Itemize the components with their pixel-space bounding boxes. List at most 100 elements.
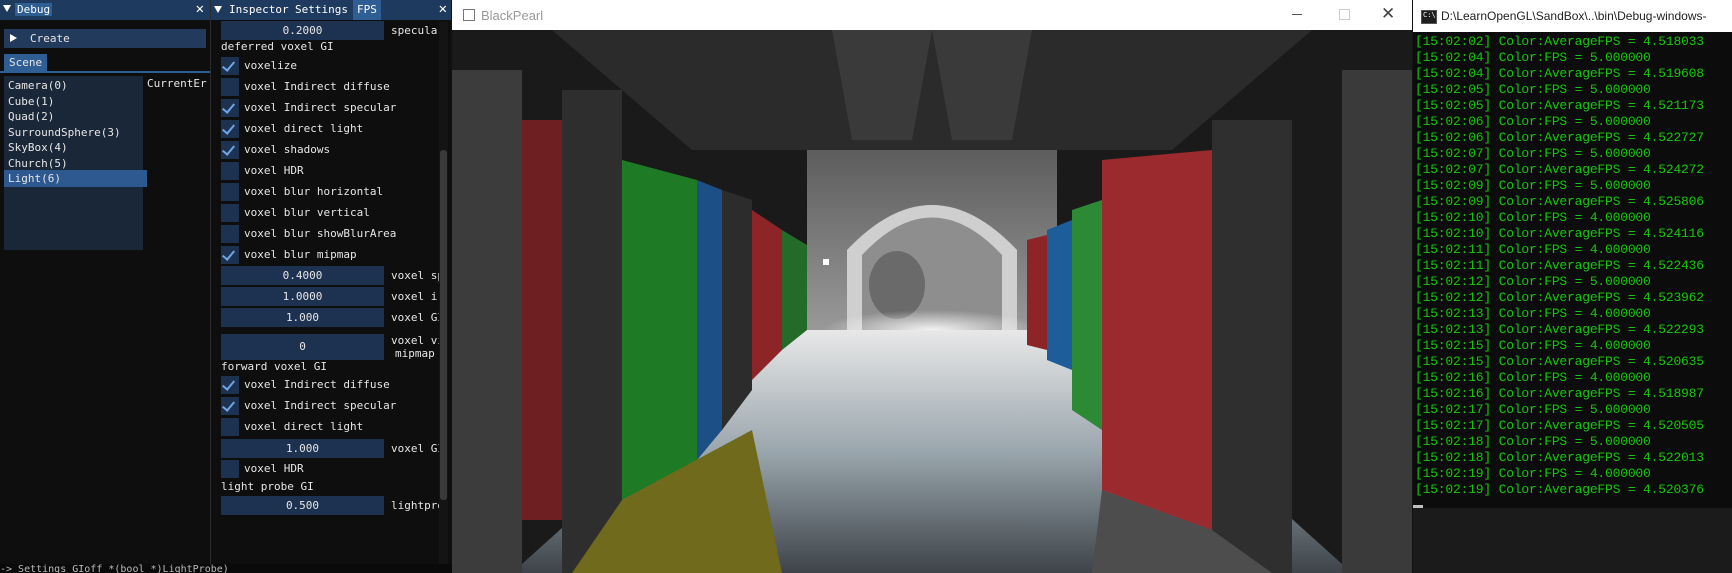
checkbox-label: voxel direct light <box>244 420 364 433</box>
checkbox[interactable] <box>221 78 239 96</box>
checkbox[interactable] <box>221 460 239 478</box>
forward-voxel-gi-header: forward voxel GI <box>221 360 327 373</box>
console-line: [15:02:10] Color:AverageFPS = 4.524116 <box>1415 226 1704 241</box>
checkbox-label: voxel blur showBlurArea <box>244 227 397 240</box>
console-line: [15:02:12] Color:FPS = 5.000000 <box>1415 274 1651 289</box>
console-line: [15:02:04] Color:AverageFPS = 4.519608 <box>1415 66 1704 81</box>
inspector-tab-bar: Inspector Settings FPS ✕ <box>211 0 451 20</box>
console-line: [15:02:19] Color:AverageFPS = 4.520376 <box>1415 482 1704 497</box>
forward-gi-field[interactable]: 1.000 <box>221 439 384 458</box>
window-icon <box>463 9 475 21</box>
scene-list[interactable]: Camera(0) Cube(1) Quad(2) SurroundSphere(3)… <box>4 76 147 250</box>
collapse-arrow-icon[interactable] <box>3 5 11 12</box>
console-line: [15:02:16] Color:AverageFPS = 4.518987 <box>1415 386 1704 401</box>
console-title-bar[interactable]: D:\LearnOpenGL\SandBox\..\bin\Debug-wind… <box>1413 0 1732 32</box>
checkbox[interactable] <box>221 225 239 243</box>
console-line: [15:02:18] Color:AverageFPS = 4.522013 <box>1415 450 1704 465</box>
checkbox-label: voxel shadows <box>244 143 331 156</box>
console-line: [15:02:05] Color:AverageFPS = 4.521173 <box>1415 98 1704 113</box>
minimize-icon[interactable] <box>1292 14 1302 15</box>
lightprobe-field[interactable]: 0.500 <box>221 496 384 515</box>
checkbox[interactable] <box>221 120 239 138</box>
console-line: [15:02:13] Color:FPS = 4.000000 <box>1415 306 1651 321</box>
voxel-field[interactable]: 0.4000 <box>221 266 384 285</box>
console-line: [15:02:18] Color:FPS = 5.000000 <box>1415 434 1651 449</box>
scene-list-item[interactable]: SurroundSphere(3) <box>7 124 141 141</box>
scene-list-item[interactable]: Cube(1) <box>7 93 141 110</box>
voxel-field-label-2: mipmap <box>395 347 435 360</box>
console-line: [15:02:02] Color:AverageFPS = 4.518033 <box>1415 34 1704 49</box>
deferred-voxel-gi-header: deferred voxel GI <box>221 40 334 53</box>
console-empty-area <box>1413 508 1732 573</box>
inspector-scrollbar-thumb[interactable] <box>440 150 447 500</box>
render-viewport[interactable] <box>452 30 1412 573</box>
voxel-field[interactable]: 1.000 <box>221 308 384 327</box>
blackpearl-title: BlackPearl <box>481 8 544 23</box>
checkbox[interactable] <box>221 162 239 180</box>
console-output[interactable]: [15:02:02] Color:AverageFPS = 4.518033 [1… <box>1415 34 1725 504</box>
checkbox-label: voxel Indirect diffuse <box>244 378 390 391</box>
checkbox-label: voxel blur vertical <box>244 206 370 219</box>
checkbox[interactable] <box>221 246 239 264</box>
scene-list-item[interactable]: Camera(0) <box>7 77 141 94</box>
maximize-icon[interactable] <box>1339 9 1350 20</box>
checkbox[interactable] <box>221 376 239 394</box>
checkbox[interactable] <box>221 183 239 201</box>
checkbox[interactable] <box>221 418 239 436</box>
console-line: [15:02:13] Color:AverageFPS = 4.522293 <box>1415 322 1704 337</box>
console-line: [15:02:11] Color:AverageFPS = 4.522436 <box>1415 258 1704 273</box>
scene-list-item[interactable]: Quad(2) <box>7 108 141 125</box>
console-line: [15:02:15] Color:AverageFPS = 4.520635 <box>1415 354 1704 369</box>
tab-scene[interactable]: Scene <box>4 54 48 71</box>
checkbox-label: voxel direct light <box>244 122 364 135</box>
checkbox-label: voxel Indirect diffuse <box>244 80 390 93</box>
close-icon[interactable]: ✕ <box>196 1 204 17</box>
console-line: [15:02:07] Color:FPS = 5.000000 <box>1415 146 1651 161</box>
forward-gi-label: voxel GI <box>391 442 444 455</box>
light-probe-gi-header: light probe GI <box>221 480 314 493</box>
checkbox[interactable] <box>221 141 239 159</box>
console-line: [15:02:07] Color:AverageFPS = 4.524272 <box>1415 162 1704 177</box>
console-line: [15:02:11] Color:FPS = 4.000000 <box>1415 242 1651 257</box>
blackpearl-title-bar[interactable]: BlackPearl ✕ <box>452 0 1412 30</box>
voxel-field-label: voxel GI <box>391 311 444 324</box>
scene-list-item[interactable]: SkyBox(4) <box>7 139 141 156</box>
console-line: [15:02:12] Color:AverageFPS = 4.523962 <box>1415 290 1704 305</box>
create-header[interactable]: Create <box>4 29 206 48</box>
checkbox[interactable] <box>221 57 239 75</box>
collapse-arrow-icon[interactable] <box>214 6 222 13</box>
checkbox[interactable] <box>221 397 239 415</box>
console-line: [15:02:06] Color:AverageFPS = 4.522727 <box>1415 130 1704 145</box>
tab-settings[interactable]: Settings <box>291 0 352 20</box>
close-icon[interactable]: ✕ <box>439 1 447 17</box>
lightprobe-label: lightpro <box>391 499 444 512</box>
scene-list-item[interactable]: Light(6) <box>4 170 147 187</box>
checkbox-label: voxel blur mipmap <box>244 248 357 261</box>
console-line: [15:02:17] Color:FPS = 5.000000 <box>1415 402 1651 417</box>
tab-underline <box>0 71 210 73</box>
checkbox-label: voxel Indirect specular <box>244 399 397 412</box>
voxel-field-label: voxel sp <box>391 269 444 282</box>
tab-inspector[interactable]: Inspector <box>225 0 293 20</box>
console-window: D:\LearnOpenGL\SandBox\..\bin\Debug-wind… <box>1413 0 1732 573</box>
checkbox-label: voxel HDR <box>244 462 304 475</box>
create-label: Create <box>30 32 70 45</box>
console-line: [15:02:19] Color:FPS = 4.000000 <box>1415 466 1651 481</box>
blackpearl-window: BlackPearl ✕ <box>452 0 1412 573</box>
checkbox-label: voxel Indirect specular <box>244 101 397 114</box>
voxel-field[interactable]: 1.0000 <box>221 287 384 306</box>
checkbox[interactable] <box>221 99 239 117</box>
close-icon[interactable]: ✕ <box>1381 4 1395 24</box>
voxel-field[interactable]: 0 <box>221 334 384 360</box>
current-entity-label: CurrentEr <box>147 77 207 90</box>
tab-fps[interactable]: FPS <box>353 0 381 20</box>
scene-list-item[interactable]: Church(5) <box>7 155 141 172</box>
debug-title-bar[interactable]: Debug ✕ <box>0 0 210 20</box>
checkbox-label: voxel blur horizontal <box>244 185 384 198</box>
checkbox[interactable] <box>221 204 239 222</box>
checkbox-label: voxelize <box>244 59 297 72</box>
console-line: [15:02:15] Color:FPS = 4.000000 <box>1415 338 1651 353</box>
console-line: [15:02:09] Color:AverageFPS = 4.525806 <box>1415 194 1704 209</box>
bottom-status-text: -> Settings GIoff *(bool *)LightProbe) <box>0 564 452 573</box>
expand-arrow-icon <box>10 34 17 42</box>
